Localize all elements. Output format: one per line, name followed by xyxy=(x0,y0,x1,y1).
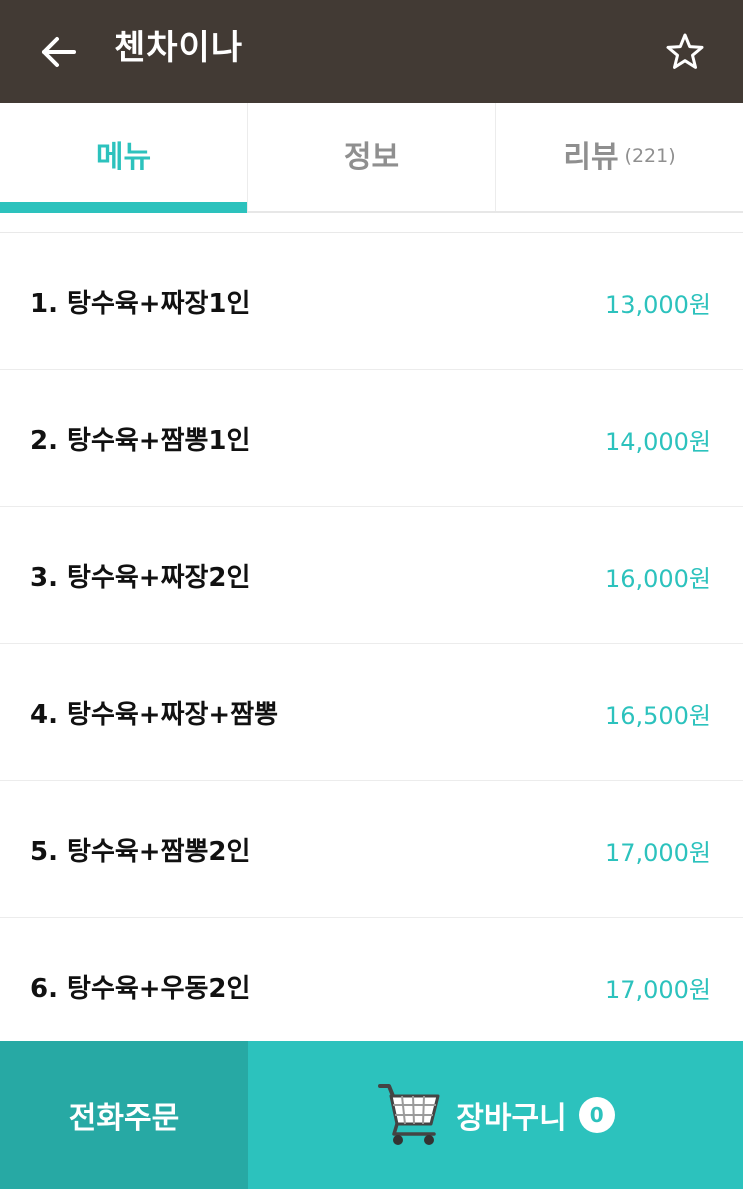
review-count: (221) xyxy=(624,145,676,167)
tab-reviews-label: 리뷰 xyxy=(563,140,619,175)
menu-item-price: 16,500원 xyxy=(604,702,711,730)
tab-bar: 메뉴 정보 리뷰 (221) xyxy=(0,103,743,213)
active-tab-indicator xyxy=(0,202,247,213)
cart-count-badge: 0 xyxy=(578,1097,615,1133)
shopping-cart-icon xyxy=(378,1084,440,1145)
store-title: 첸차이나 xyxy=(114,28,244,68)
menu-item[interactable]: 1. 탕수육+짜장1인 13,000원 xyxy=(0,233,743,370)
menu-item-name: 6. 탕수육+우동2인 xyxy=(30,974,251,1004)
arrow-left-icon xyxy=(42,37,76,67)
tab-info-label: 정보 xyxy=(343,140,400,175)
cart-label: 장바구니 xyxy=(456,1101,567,1136)
menu-item-price: 17,000원 xyxy=(604,976,711,1004)
menu-item-name: 4. 탕수육+짜장+짬뽕 xyxy=(30,700,279,730)
tab-menu-label: 메뉴 xyxy=(95,140,152,175)
app-header: 첸차이나 xyxy=(0,0,743,103)
menu-item[interactable]: 6. 탕수육+우동2인 17,000원 xyxy=(0,918,743,1041)
menu-item-name: 2. 탕수육+짬뽕1인 xyxy=(30,426,251,456)
menu-item-name: 1. 탕수육+짜장1인 xyxy=(30,289,251,319)
tab-reviews[interactable]: 리뷰 (221) xyxy=(495,103,743,211)
tab-menu[interactable]: 메뉴 xyxy=(0,103,247,213)
menu-item[interactable]: 5. 탕수육+짬뽕2인 17,000원 xyxy=(0,781,743,918)
menu-item[interactable]: 4. 탕수육+짜장+짬뽕 16,500원 xyxy=(0,644,743,781)
menu-item-price: 14,000원 xyxy=(604,428,711,456)
menu-item-name: 3. 탕수육+짜장2인 xyxy=(30,563,251,593)
favorite-button[interactable] xyxy=(663,30,707,74)
cart-button[interactable]: 장바구니 0 xyxy=(248,1041,743,1189)
tab-info[interactable]: 정보 xyxy=(247,103,495,211)
menu-item[interactable]: 3. 탕수육+짜장2인 16,000원 xyxy=(0,507,743,644)
menu-item-name: 5. 탕수육+짬뽕2인 xyxy=(30,837,251,867)
star-outline-icon xyxy=(666,33,704,69)
menu-item-price: 17,000원 xyxy=(604,839,711,867)
back-button[interactable] xyxy=(34,28,82,76)
menu-item-price: 13,000원 xyxy=(604,291,711,319)
phone-order-label: 전화주문 xyxy=(68,1101,180,1136)
tab-divider xyxy=(0,213,743,233)
menu-item-price: 16,000원 xyxy=(604,565,711,593)
phone-order-button[interactable]: 전화주문 xyxy=(0,1041,248,1189)
menu-item[interactable]: 2. 탕수육+짬뽕1인 14,000원 xyxy=(0,370,743,507)
bottom-action-bar: 전화주문 장바구니 0 xyxy=(0,1041,743,1189)
app-root: 첸차이나 메뉴 정보 리뷰 (221) 1. 탕수육+짜장1인 13,000원 … xyxy=(0,0,743,1189)
menu-list: 1. 탕수육+짜장1인 13,000원 2. 탕수육+짬뽕1인 14,000원 … xyxy=(0,233,743,1041)
